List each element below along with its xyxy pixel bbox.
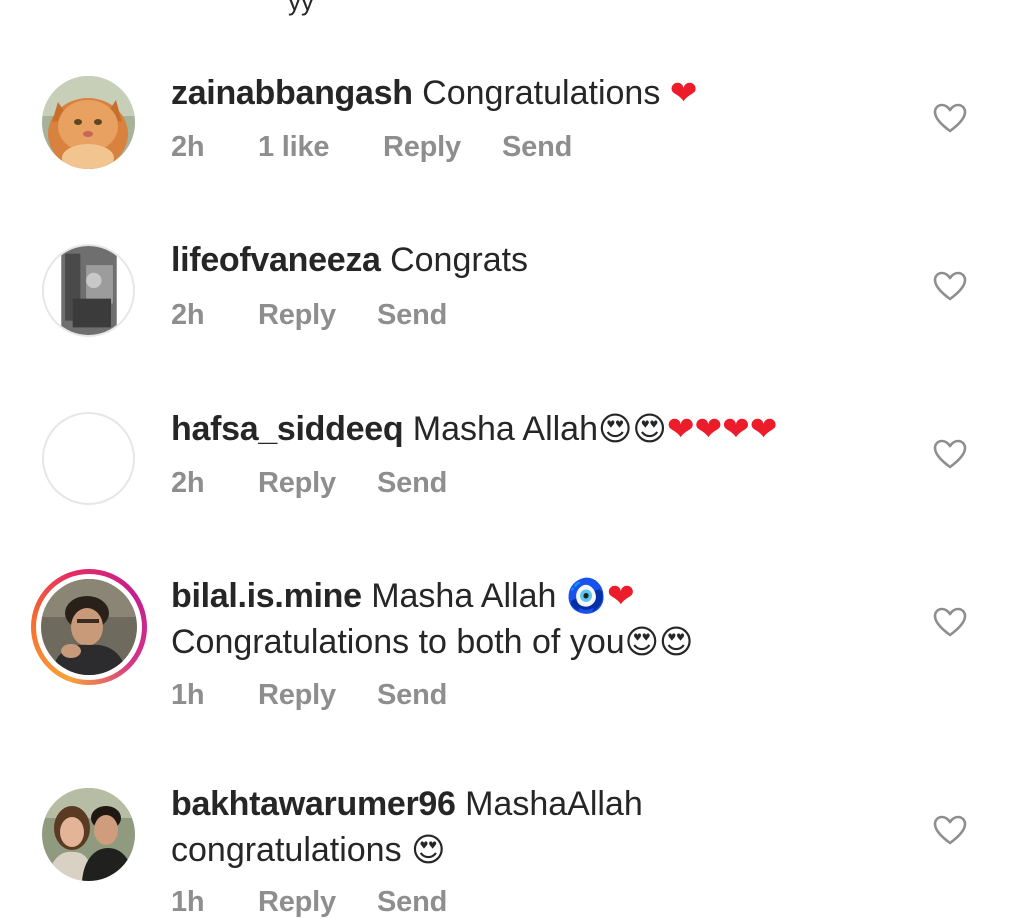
comment-text-block: bilal.is.mine Masha Allah 🧿❤ Congratulat… [171,573,891,665]
comment-time: 2h [171,467,205,499]
nazar-amulet-emoji: 🧿 [565,576,607,615]
heart-outline-icon[interactable] [933,271,967,301]
red-heart-emoji: ❤ [694,409,723,448]
reply-button[interactable]: Reply [258,299,336,332]
avatar[interactable] [42,76,135,169]
comment-text-block: zainabbangash Congratulations ❤ [171,70,891,116]
heart-outline-icon[interactable] [933,607,967,637]
send-button[interactable]: Send [377,886,447,919]
send-button[interactable]: Send [377,679,447,712]
heart-outline-icon[interactable] [933,439,967,469]
comment-text-line2: Congratulations to both of you [171,623,625,661]
heart-eyes-emoji: 😍 [632,409,667,448]
story-ring[interactable] [31,569,147,685]
cropped-previous-comment-text: yy [288,0,314,16]
comment-text: Congratulations [422,74,661,112]
comment-time: 1h [171,886,205,918]
comment-text-line2: congratulations [171,831,402,869]
red-heart-emoji: ❤ [606,576,635,615]
comment-username[interactable]: zainabbangash [171,74,413,112]
red-heart-emoji: ❤ [749,409,778,448]
reply-button[interactable]: Reply [258,679,336,712]
reply-button[interactable]: Reply [258,886,336,919]
red-heart-emoji: ❤ [722,409,750,448]
reply-button[interactable]: Reply [258,467,336,500]
red-heart-emoji: ❤ [666,409,695,448]
comment-username[interactable]: bilal.is.mine [171,577,362,615]
comment-text-block: lifeofvaneeza Congrats [171,238,891,283]
avatar[interactable] [42,244,135,337]
red-heart-emoji: ❤ [669,73,698,112]
comment-likes-count[interactable]: 1 like [258,131,330,164]
comment-text: Masha Allah [371,577,557,615]
comment-username[interactable]: lifeofvaneeza [171,241,381,279]
comment-text-block: bakhtawarumer96 MashaAllah congratulatio… [171,782,891,873]
heart-eyes-emoji: 😍 [598,409,633,448]
send-button[interactable]: Send [377,467,447,500]
send-button[interactable]: Send [502,131,572,164]
comment-time: 2h [171,299,205,331]
avatar[interactable] [42,788,135,881]
heart-outline-icon[interactable] [933,103,967,133]
reply-button[interactable]: Reply [383,131,461,164]
avatar[interactable] [42,412,135,505]
comment-time: 2h [171,131,205,163]
comment-time: 1h [171,679,205,711]
heart-eyes-emoji: 😍 [411,830,446,869]
comment-username[interactable]: bakhtawarumer96 [171,785,456,823]
heart-eyes-emoji: 😍 [659,622,694,661]
heart-outline-icon[interactable] [933,815,967,845]
comment-text: MashaAllah [465,785,643,823]
send-button[interactable]: Send [377,299,447,332]
comment-text: Congrats [390,241,529,279]
heart-eyes-emoji: 😍 [624,622,660,661]
comment-username[interactable]: hafsa_siddeeq [171,410,404,448]
comment-text-block: hafsa_siddeeq Masha Allah😍😍❤❤❤❤ [171,406,891,452]
avatar[interactable] [41,579,137,675]
comment-text: Masha Allah [412,410,598,448]
